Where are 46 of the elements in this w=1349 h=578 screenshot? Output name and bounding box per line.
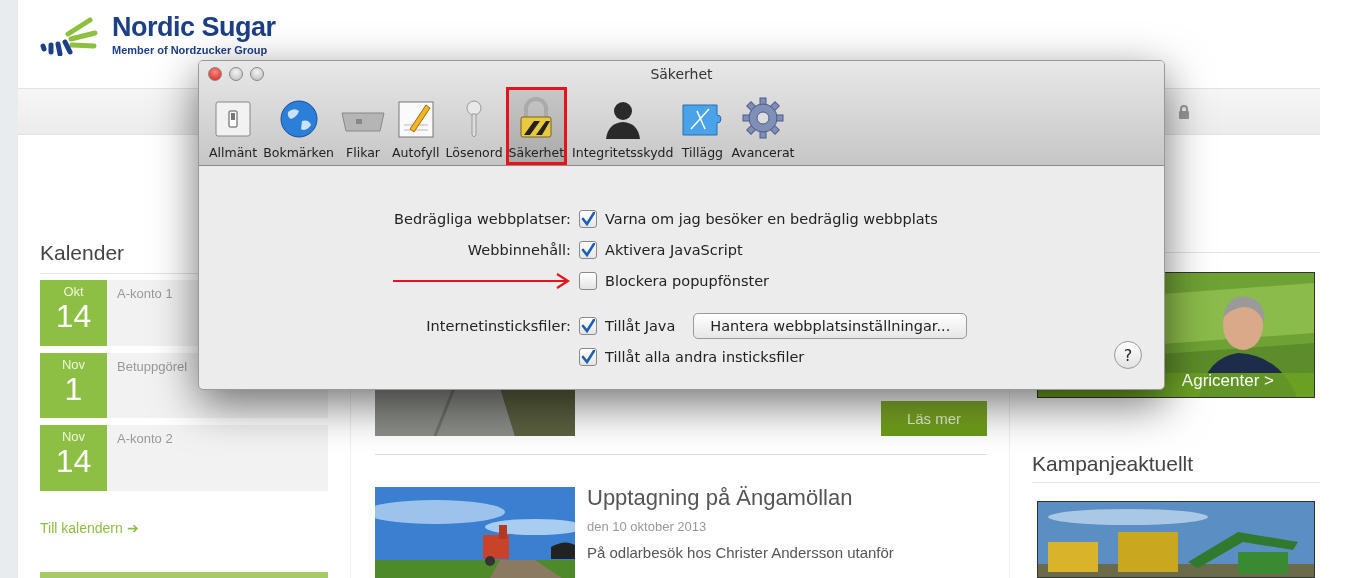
toolbar-tab[interactable]: Integritetsskydd [569, 87, 677, 165]
settings-icon [741, 97, 784, 139]
logo-name: Nordic Sugar [112, 12, 276, 43]
checkbox-label: Tillåt alla andra insticksfiler [605, 348, 805, 365]
event-title: A-konto 2 [117, 431, 173, 447]
checkbox[interactable] [579, 209, 597, 228]
event-title: Betuppgörel [117, 358, 188, 374]
toolbar-tab[interactable]: Säkerhet [505, 87, 568, 165]
checkbox-label: Varna om jag besöker en bedräglig webbplats [605, 210, 938, 227]
window-title: Säkerhet [649, 66, 714, 82]
toolbar-tab[interactable]: Autofyll [389, 87, 443, 165]
lock-icon [1178, 104, 1190, 119]
promo-text: Agricenter > [1181, 370, 1274, 391]
toolbar-tab[interactable]: Flikar [337, 87, 389, 165]
zoom-button[interactable] [250, 67, 264, 81]
setting-label: Internetinsticksfiler: [426, 317, 571, 334]
minimize-button[interactable] [229, 67, 243, 81]
notepad-icon [395, 99, 436, 139]
switch-icon [213, 99, 254, 139]
toolbar-tab[interactable]: Bokmärken [260, 87, 337, 165]
event-title: A-konto 1 [117, 286, 173, 301]
checkbox-label: Tillåt Java [605, 317, 676, 334]
date-badge: Nov 1 [40, 352, 107, 419]
article-excerpt: På odlarbesök hos Christer Andersson utanför [587, 544, 894, 561]
toolbar-tab[interactable]: Lösenord [442, 87, 506, 165]
article-title[interactable]: Upptagning på Ängamöllan [587, 485, 894, 511]
logo-tagline: Member of Nordzucker Group [112, 44, 269, 56]
help-button[interactable]: ? [1114, 341, 1142, 369]
toolbar-tab[interactable]: Avancerat [728, 87, 798, 165]
toolbar-tab[interactable]: Allmänt [206, 87, 261, 165]
checkbox[interactable] [579, 271, 597, 290]
checkbox-label: Blockera popupfönster [605, 272, 770, 289]
toolbar-tab[interactable]: Tillägg [676, 87, 729, 165]
globe-icon [278, 99, 319, 139]
checkbox[interactable] [579, 240, 597, 259]
setting-label: Bedrägliga webbplatser: [394, 210, 571, 227]
section-heading: Kampanjeaktuellt [1032, 451, 1320, 483]
setting-label: Webbinnehåll: [467, 241, 571, 258]
checkbox[interactable] [579, 316, 597, 335]
close-button[interactable] [208, 67, 222, 81]
checkbox[interactable] [579, 347, 597, 366]
checkbox-label: Aktivera JavaScript [605, 241, 743, 258]
manage-button[interactable]: Hantera webbplatsinställningar... [693, 312, 968, 339]
date-badge: Okt 14 [40, 280, 107, 346]
article-date: den 10 oktober 2013 [587, 519, 708, 534]
date-badge: Nov 14 [40, 425, 107, 492]
